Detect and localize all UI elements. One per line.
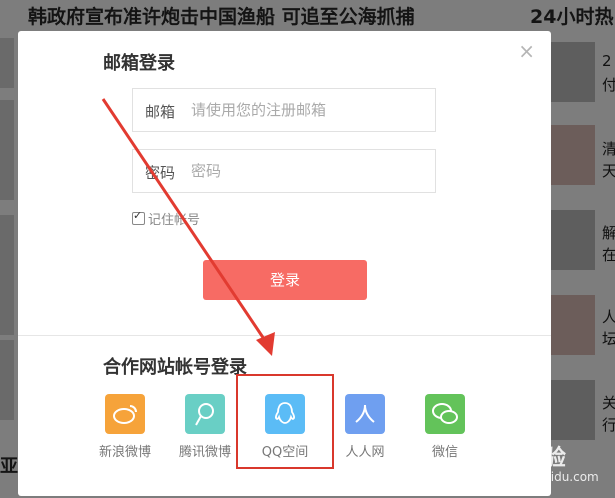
annotation-arrow [101,98,275,356]
baidu-watermark: Bai 经验 [475,446,566,471]
baidu-watermark-url: jingyan.baidu.com [488,470,599,484]
